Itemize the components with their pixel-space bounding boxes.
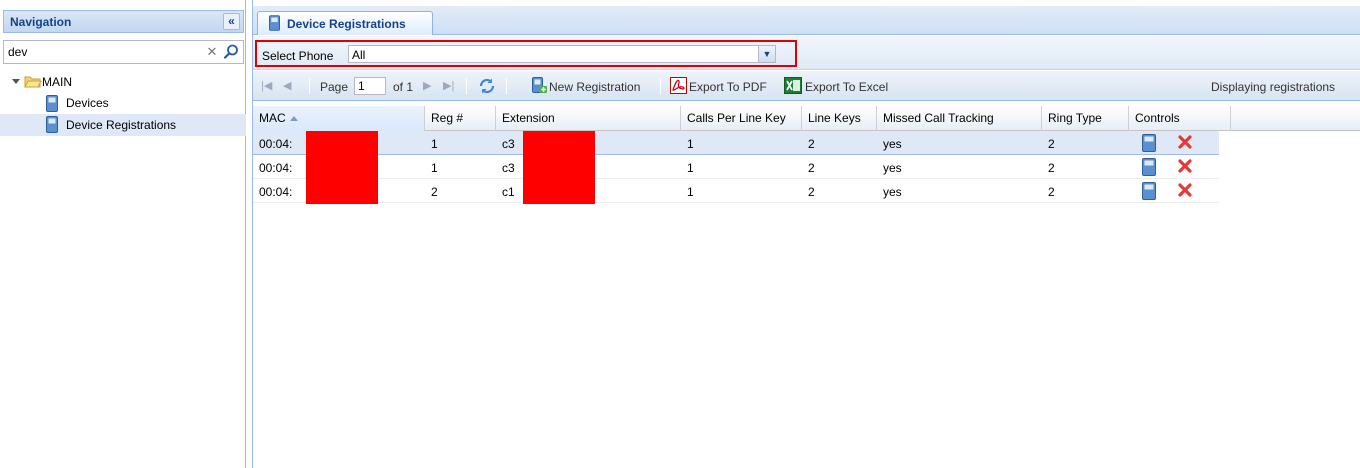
- edit-phone-icon[interactable]: [1142, 182, 1156, 203]
- navigation-header: Navigation «: [3, 10, 244, 33]
- select-phone-highlight: Select Phone All ▼: [255, 40, 797, 67]
- edit-phone-icon[interactable]: [1142, 134, 1156, 155]
- delete-icon[interactable]: [1177, 182, 1193, 201]
- column-header-controls[interactable]: Controls: [1129, 106, 1231, 131]
- cell-missed-call-tracking: yes: [883, 137, 902, 151]
- cell-line-keys: 2: [808, 185, 815, 199]
- cell-calls-per-line-key: 1: [687, 185, 694, 199]
- page-count-label: of 1: [393, 80, 414, 94]
- cell-line-keys: 2: [808, 137, 815, 151]
- select-phone-dropdown[interactable]: All ▼: [348, 45, 776, 63]
- phone-icon: [46, 95, 58, 115]
- column-header-missed-call-tracking[interactable]: Missed Call Tracking: [877, 106, 1042, 131]
- tab-device-registrations[interactable]: Device Registrations: [257, 11, 433, 35]
- cell-reg: 1: [431, 161, 438, 175]
- export-excel-button[interactable]: Export To Excel: [784, 71, 902, 101]
- sort-ascending-icon: [289, 116, 298, 122]
- sidebar-item-label: Device Registrations: [66, 118, 177, 132]
- refresh-button[interactable]: [477, 71, 499, 101]
- export-excel-label: Export To Excel: [805, 80, 889, 94]
- cell-line-keys: 2: [808, 161, 815, 175]
- select-phone-label: Select Phone: [262, 49, 334, 63]
- toolbar-separator: [660, 78, 661, 94]
- next-page-icon[interactable]: ▶: [423, 79, 431, 92]
- edit-phone-icon[interactable]: [1142, 158, 1156, 179]
- toolbar-separator: [506, 78, 507, 94]
- sidebar-item-device-registrations[interactable]: Device Registrations: [0, 114, 246, 136]
- column-header-line-keys[interactable]: Line Keys: [802, 106, 877, 131]
- folder-open-icon: [24, 74, 42, 92]
- delete-icon[interactable]: [1177, 158, 1193, 177]
- redaction-block-mac: [306, 131, 378, 204]
- cell-reg: 1: [431, 137, 438, 151]
- new-registration-button[interactable]: New Registration: [532, 71, 653, 101]
- cell-ring-type: 2: [1048, 161, 1055, 175]
- first-page-icon[interactable]: |◀: [261, 79, 272, 92]
- displaying-info: Displaying registrations: [1211, 80, 1336, 94]
- last-page-icon[interactable]: ▶|: [443, 79, 454, 92]
- sidebar-item-devices[interactable]: Devices: [0, 94, 246, 114]
- expand-arrow-icon[interactable]: [12, 79, 20, 84]
- grid-header: MAC Reg # Extension Calls Per Line Key L…: [253, 106, 1360, 131]
- navigation-title: Navigation: [10, 15, 72, 29]
- table-row[interactable]: 00:04: 1 c3 1 2 yes 2: [253, 131, 1219, 155]
- toolbar-separator: [309, 78, 310, 94]
- refresh-icon: [479, 78, 495, 94]
- clear-search-icon[interactable]: ✕: [204, 44, 220, 60]
- phone-icon: [46, 116, 58, 136]
- prev-page-icon[interactable]: ◀: [283, 79, 291, 92]
- main-panel: Device Registrations Select Phone All ▼ …: [252, 0, 1360, 468]
- sidebar-item-label: Devices: [66, 96, 109, 110]
- table-row[interactable]: 00:04: 1 c3 1 2 yes 2: [253, 155, 1219, 179]
- export-pdf-button[interactable]: Export To PDF: [670, 71, 782, 101]
- navigation-search: ✕: [3, 40, 244, 64]
- navigation-panel: Navigation « ✕ MAIN: [0, 0, 246, 468]
- paging-toolbar: |◀ ◀ Page of 1 ▶ ▶| New Registration: [253, 71, 1360, 101]
- collapse-navigation-button[interactable]: «: [223, 13, 240, 30]
- cell-missed-call-tracking: yes: [883, 161, 902, 175]
- cell-calls-per-line-key: 1: [687, 161, 694, 175]
- table-row[interactable]: 00:04: 2 c1 1 2 yes 2: [253, 179, 1219, 203]
- excel-icon: [784, 77, 802, 94]
- column-header-mac[interactable]: MAC: [253, 106, 425, 131]
- toolbar-separator: [466, 78, 467, 94]
- select-phone-value: All: [352, 48, 366, 62]
- column-header-calls-per-line-key[interactable]: Calls Per Line Key: [681, 106, 802, 131]
- new-registration-label: New Registration: [549, 80, 641, 94]
- search-icon[interactable]: [222, 43, 240, 61]
- cell-calls-per-line-key: 1: [687, 137, 694, 151]
- column-header-ring-type[interactable]: Ring Type: [1042, 106, 1129, 131]
- cell-reg: 2: [431, 185, 438, 199]
- pdf-icon: [670, 77, 687, 94]
- cell-missed-call-tracking: yes: [883, 185, 902, 199]
- tab-bar: Device Registrations: [253, 6, 1360, 35]
- chevron-down-icon[interactable]: ▼: [758, 46, 775, 62]
- page-number-input[interactable]: [354, 77, 386, 95]
- page-label: Page: [320, 80, 349, 94]
- tab-label: Device Registrations: [287, 17, 406, 31]
- column-header-reg[interactable]: Reg #: [425, 106, 496, 131]
- column-header-extension[interactable]: Extension: [496, 106, 681, 131]
- navigation-search-input[interactable]: [4, 41, 200, 63]
- redaction-block-extension: [523, 131, 595, 204]
- phone-icon: [269, 15, 280, 34]
- filter-bar: Select Phone All ▼: [253, 36, 1360, 70]
- export-pdf-label: Export To PDF: [689, 80, 767, 94]
- cell-ring-type: 2: [1048, 137, 1055, 151]
- cell-ring-type: 2: [1048, 185, 1055, 199]
- new-phone-icon: [532, 77, 547, 93]
- delete-icon[interactable]: [1177, 134, 1193, 153]
- tree-node-main[interactable]: MAIN: [0, 72, 246, 92]
- double-chevron-left-icon: «: [228, 14, 235, 28]
- tree-node-main-label: MAIN: [42, 75, 72, 89]
